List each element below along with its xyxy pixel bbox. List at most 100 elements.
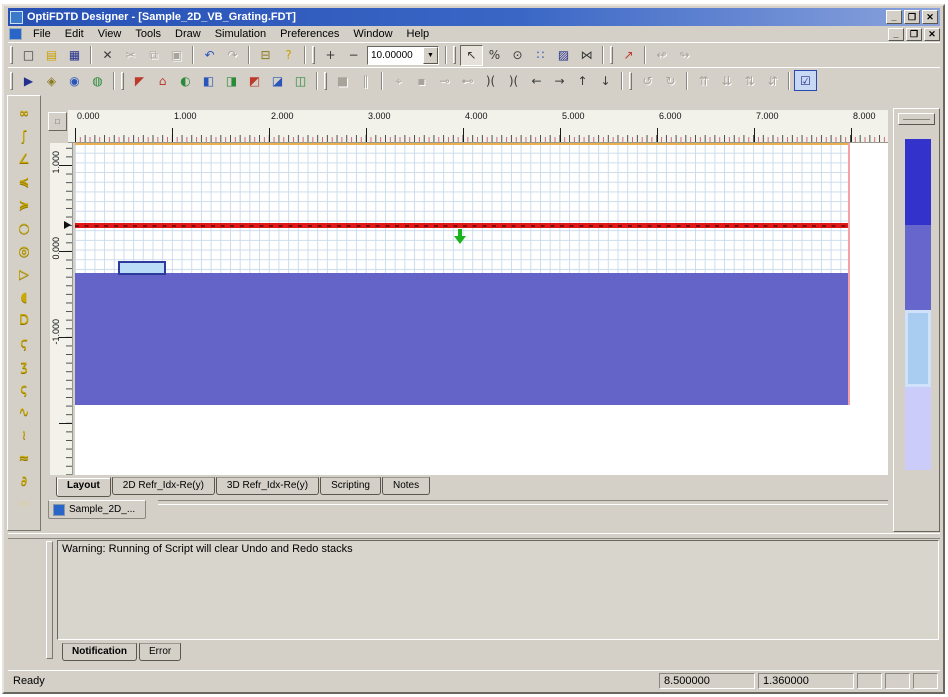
chevron-down-icon[interactable]: ▼ — [423, 47, 438, 64]
previous-button[interactable]: ↫ — [650, 45, 673, 66]
sim-tool-button-2[interactable]: ▪ — [410, 70, 433, 91]
tab-notification[interactable]: Notification — [62, 643, 137, 661]
draw-tool-button-4[interactable]: ≼ — [12, 171, 36, 194]
toolbar-grip[interactable] — [10, 46, 13, 64]
draw-tool-button-7[interactable]: ◎ — [12, 240, 36, 263]
toolbar-grip[interactable] — [10, 72, 13, 90]
sim-tool-button-4[interactable]: ⊷ — [456, 70, 479, 91]
tab-3d-refr-idx[interactable]: 3D Refr_Idx-Re(y) — [216, 477, 319, 495]
layout-tool-button-4[interactable]: ◧ — [197, 70, 220, 91]
toolbar-grip[interactable] — [312, 46, 315, 64]
draw-tool-button-17[interactable]: ∂ — [12, 470, 36, 493]
draw-tool-button-5[interactable]: ≽ — [12, 194, 36, 217]
draw-tool-button-18[interactable]: ∺ — [12, 493, 36, 516]
new-button[interactable]: □ — [17, 45, 40, 66]
draw-tool-button-1[interactable]: ∞ — [12, 102, 36, 125]
layout-tool-button-1[interactable]: ◤ — [128, 70, 151, 91]
tab-layout[interactable]: Layout — [56, 477, 111, 497]
pause-button[interactable]: ‖ — [354, 70, 377, 91]
draw-tool-button-15[interactable]: ≀ — [12, 424, 36, 447]
help-button[interactable]: ? — [277, 45, 300, 66]
doc-restore-button[interactable]: ❐ — [906, 28, 922, 41]
layout-tool-button-8[interactable]: ◫ — [289, 70, 312, 91]
test-script-button-3[interactable]: ◍ — [86, 70, 109, 91]
grating-waveguide[interactable] — [118, 261, 166, 275]
document-tab[interactable]: Sample_2D_... — [48, 500, 146, 519]
draw-tool-button-8[interactable]: ▷ — [12, 263, 36, 286]
layout-tool-button-3[interactable]: ◐ — [174, 70, 197, 91]
draw-tool-button-12[interactable]: ʒ — [12, 355, 36, 378]
tab-scripting[interactable]: Scripting — [320, 477, 381, 495]
draw-tool-button-9[interactable]: ◖ — [12, 286, 36, 309]
select-region-button[interactable]: ▨ — [552, 45, 575, 66]
toolbar-grip[interactable] — [121, 72, 124, 90]
toolbar-grip[interactable] — [629, 72, 632, 90]
delete-button[interactable]: ✕ — [96, 45, 119, 66]
menu-help[interactable]: Help — [400, 27, 437, 41]
stop-button[interactable]: ■ — [331, 70, 354, 91]
tab-notes[interactable]: Notes — [382, 477, 430, 495]
title-bar[interactable]: OptiFDTD Designer - [Sample_2D_VB_Gratin… — [8, 8, 940, 26]
paste-button[interactable]: ▣ — [165, 45, 188, 66]
order-button-3[interactable]: ⇅ — [738, 70, 761, 91]
menu-view[interactable]: View — [91, 27, 129, 41]
zoom-window-button[interactable]: ⊙ — [506, 45, 529, 66]
copy-button[interactable]: ⧉ — [142, 45, 165, 66]
test-script-button-2[interactable]: ◉ — [63, 70, 86, 91]
layout-tool-button-7[interactable]: ◪ — [266, 70, 289, 91]
move-right-button[interactable]: → — [548, 70, 571, 91]
menu-file[interactable]: File — [26, 27, 58, 41]
snap-to-grid-toggle[interactable]: ☑ — [794, 70, 817, 91]
menu-preferences[interactable]: Preferences — [273, 27, 346, 41]
toolbar-grip[interactable] — [453, 46, 456, 64]
redo-button[interactable]: ↷ — [221, 45, 244, 66]
select-tool-button[interactable]: ↖ — [460, 45, 483, 66]
ruler-corner-button[interactable]: □ — [48, 112, 67, 131]
contract-x-button[interactable]: )( — [479, 70, 502, 91]
layout-tool-button-2[interactable]: ⌂ — [151, 70, 174, 91]
edit-vertex-button[interactable]: ↗ — [617, 45, 640, 66]
menu-draw[interactable]: Draw — [168, 27, 208, 41]
fit-to-window-button[interactable]: ⋈ — [575, 45, 598, 66]
toolbar-grip[interactable] — [324, 72, 327, 90]
zoom-level-combo[interactable]: 10.00000 ▼ — [367, 46, 439, 65]
menu-tools[interactable]: Tools — [128, 27, 168, 41]
layout-tool-button-5[interactable]: ◨ — [220, 70, 243, 91]
draw-tool-button-6[interactable]: ○ — [12, 217, 36, 240]
rotate-ccw-button[interactable]: ↺ — [636, 70, 659, 91]
move-left-button[interactable]: ← — [525, 70, 548, 91]
run-script-button[interactable]: ▶ — [17, 70, 40, 91]
move-up-button[interactable]: ↑ — [571, 70, 594, 91]
layout-tool-button-6[interactable]: ◩ — [243, 70, 266, 91]
layout-canvas[interactable] — [75, 143, 888, 475]
order-button-2[interactable]: ⇊ — [715, 70, 738, 91]
print-button[interactable]: ⊟ — [254, 45, 277, 66]
rotate-cw-button[interactable]: ↻ — [659, 70, 682, 91]
draw-tool-button-11[interactable]: ϛ — [12, 332, 36, 355]
order-button-4[interactable]: ⇵ — [761, 70, 784, 91]
zoom-select-button[interactable]: % — [483, 45, 506, 66]
panel-splitter[interactable] — [8, 533, 940, 539]
draw-tool-button-2[interactable]: ʃ — [12, 125, 36, 148]
undo-button[interactable]: ↶ — [198, 45, 221, 66]
restore-button[interactable]: ❐ — [904, 10, 920, 24]
tab-2d-refr-idx[interactable]: 2D Refr_Idx-Re(y) — [112, 477, 215, 495]
contract-y-button[interactable]: )( — [502, 70, 525, 91]
menu-edit[interactable]: Edit — [58, 27, 91, 41]
save-button[interactable]: ▦ — [63, 45, 86, 66]
sim-tool-button-3[interactable]: ⊸ — [433, 70, 456, 91]
substrate-region[interactable] — [75, 273, 850, 405]
tab-error[interactable]: Error — [139, 643, 181, 661]
menu-simulation[interactable]: Simulation — [208, 27, 273, 41]
menu-window[interactable]: Window — [346, 27, 399, 41]
zoom-out-button[interactable]: − — [342, 45, 365, 66]
panel-grip[interactable] — [46, 541, 53, 659]
move-down-button[interactable]: ↓ — [594, 70, 617, 91]
draw-tool-button-14[interactable]: ∿ — [12, 401, 36, 424]
sim-tool-button-1[interactable]: ⌖ — [387, 70, 410, 91]
cut-button[interactable]: ✂ — [119, 45, 142, 66]
draw-tool-button-3[interactable]: ∠ — [12, 148, 36, 171]
zoom-in-button[interactable]: + — [319, 45, 342, 66]
open-button[interactable]: ▤ — [40, 45, 63, 66]
minimize-button[interactable]: _ — [886, 10, 902, 24]
